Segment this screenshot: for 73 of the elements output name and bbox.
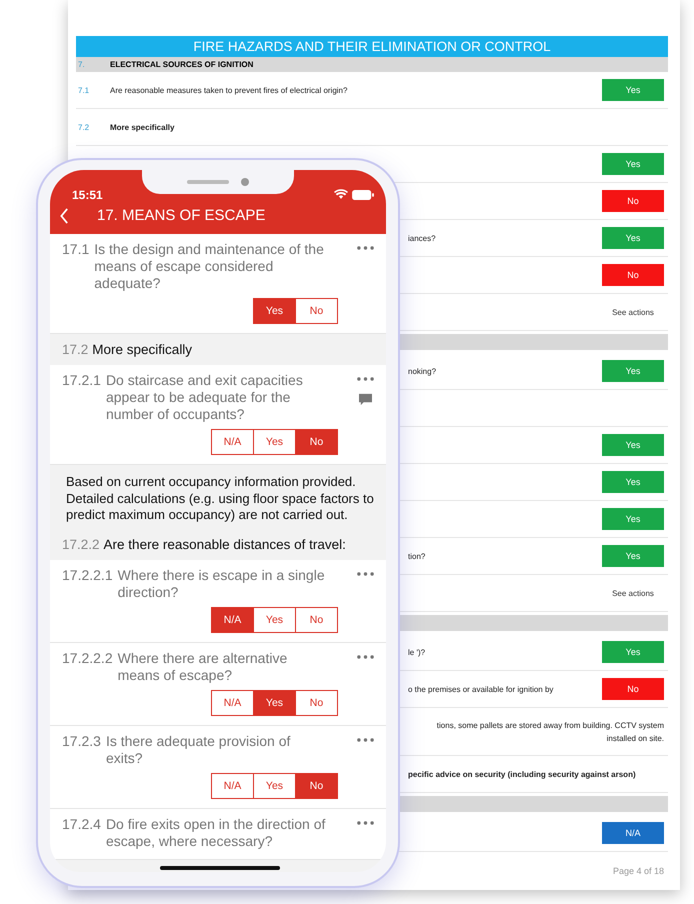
- question-text: o the premises or available for ignition by: [408, 684, 554, 694]
- question-number: 17.1: [61, 241, 90, 258]
- question-text: tion?: [408, 552, 426, 560]
- question-text: tions, some pallets are stored away from building. CCTV system installed on site.: [436, 720, 665, 744]
- question-number: 7.2: [77, 122, 90, 132]
- question-number: 7.1: [77, 86, 90, 94]
- answer-badge: No: [602, 678, 664, 700]
- section-heading: More specifically: [92, 342, 192, 357]
- more-icon[interactable]: [357, 377, 374, 381]
- question-number: 17.2.2.2: [61, 650, 114, 666]
- question-text: Where there are alternative means of escape?: [118, 650, 288, 684]
- question-number: 17.2.1: [61, 372, 102, 389]
- answer-badge: Yes: [602, 360, 664, 382]
- back-icon[interactable]: [60, 208, 69, 224]
- more-icon[interactable]: [357, 738, 374, 742]
- more-icon[interactable]: [357, 654, 374, 658]
- answer-badge: No: [602, 264, 664, 286]
- answer-badge: Yes: [602, 434, 664, 456]
- wifi-icon: [334, 189, 348, 200]
- question-text: Where there is escape in a single direction?: [118, 566, 326, 600]
- page-number: Page 4 of 18: [612, 866, 664, 876]
- answer-option[interactable]: N/A: [211, 690, 254, 716]
- answer-badge: Yes: [602, 227, 664, 249]
- question-text: Do staircase and exit capacities appear to be adequate for the number of occupants?: [106, 372, 304, 423]
- note-text: Based on current occupancy information provided. Detailed calculations (e.g. using floor space factors to predict maximum occupancy) are not carried out.: [66, 474, 374, 522]
- question-text: Are reasonable measures taken to prevent fires of electrical origin?: [110, 86, 348, 94]
- question-text: Is there adequate provision of exits?: [106, 732, 292, 766]
- question-text: noking?: [408, 366, 436, 376]
- answer-option[interactable]: No: [295, 298, 338, 324]
- answer-option[interactable]: Yes: [253, 690, 296, 716]
- battery-icon: [352, 190, 374, 200]
- section-number: 7.: [77, 60, 86, 69]
- answer-badge: Yes: [602, 641, 664, 663]
- section-heading: Are there reasonable distances of travel:: [104, 536, 346, 552]
- document-title: FIRE HAZARDS AND THEIR ELIMINATION OR CONTROL: [76, 36, 668, 57]
- question-text: pecific advice on security (including security against arson): [408, 770, 636, 778]
- answer-badge: No: [602, 190, 664, 212]
- answer-option[interactable]: No: [295, 429, 338, 455]
- see-actions-link[interactable]: See actions: [602, 588, 664, 598]
- answer-option[interactable]: Yes: [253, 429, 296, 455]
- more-icon[interactable]: [357, 572, 374, 576]
- question-number: 17.2.2.1: [61, 566, 114, 584]
- answer-option[interactable]: No: [295, 690, 338, 716]
- question-number: 17.2.4: [61, 816, 102, 832]
- question-text: Is the design and maintenance of the means of escape considered adequate?: [94, 241, 325, 292]
- answer-option[interactable]: No: [295, 606, 338, 632]
- answer-option[interactable]: Yes: [253, 772, 296, 798]
- answer-option[interactable]: Yes: [253, 298, 296, 324]
- answer-option[interactable]: N/A: [211, 606, 254, 632]
- answer-badge: Yes: [602, 545, 664, 567]
- question-text: More specifically: [110, 122, 174, 132]
- answer-option[interactable]: N/A: [211, 429, 254, 455]
- section-number: 17.2: [62, 342, 88, 357]
- answer-option[interactable]: N/A: [211, 772, 254, 798]
- screen-title: 17. MEANS OF ESCAPE: [97, 207, 266, 224]
- answer-option[interactable]: No: [295, 772, 338, 798]
- status-time: 15:51: [72, 188, 103, 202]
- question-text: Do fire exits open in the direction of escape, where necessary?: [106, 816, 326, 850]
- more-icon[interactable]: [357, 820, 374, 824]
- more-icon[interactable]: [357, 246, 374, 250]
- question-text: le ')?: [408, 648, 426, 656]
- answer-badge: Yes: [602, 508, 664, 530]
- answer-badge: Yes: [602, 471, 664, 493]
- answer-option[interactable]: Yes: [253, 606, 296, 632]
- section-heading: ELECTRICAL SOURCES OF IGNITION: [110, 60, 254, 69]
- section-number: 17.2.2: [62, 536, 100, 552]
- question-text: iances?: [408, 234, 436, 242]
- question-number: 17.2.3: [61, 732, 102, 750]
- answer-badge: Yes: [602, 153, 664, 175]
- answer-badge: Yes: [602, 79, 664, 101]
- see-actions-link[interactable]: See actions: [602, 308, 664, 316]
- answer-badge: N/A: [602, 822, 664, 844]
- comment-icon[interactable]: [358, 393, 373, 406]
